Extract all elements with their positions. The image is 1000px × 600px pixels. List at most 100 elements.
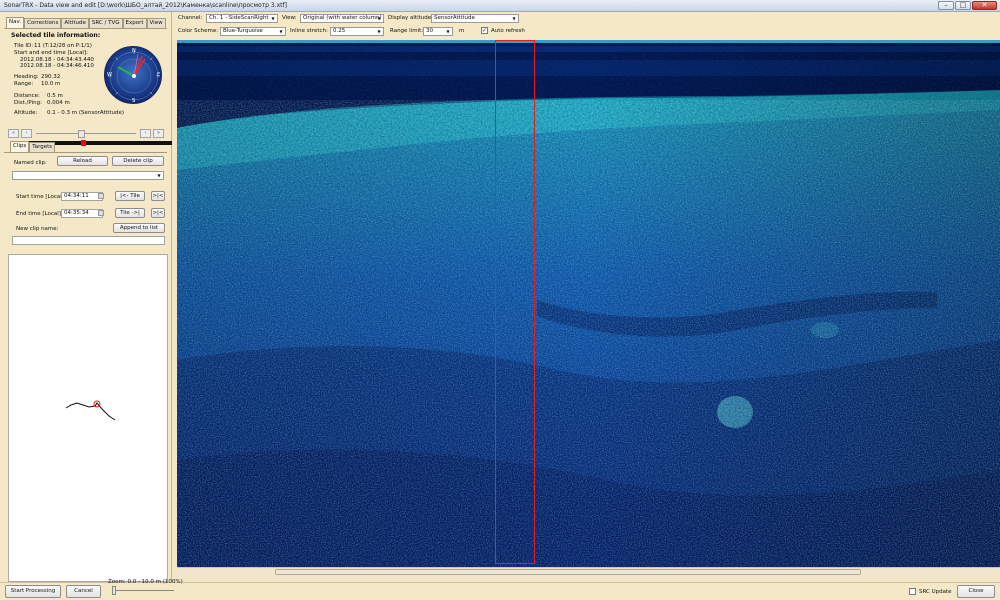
- dist-ping-value: 0.004 m: [47, 100, 70, 106]
- color-scheme-label: Color Scheme:: [178, 28, 219, 34]
- inline-stretch-label: Inline stretch:: [290, 28, 328, 34]
- tile-end-button[interactable]: Tile ->|: [115, 208, 145, 218]
- inline-stretch-value: 0.25: [333, 28, 346, 34]
- zoom-label: Zoom: 0.0 - 10.0 m (100%): [108, 579, 183, 585]
- new-clip-name-input[interactable]: [12, 236, 165, 245]
- inline-stretch-select[interactable]: 0.25 ▼: [330, 27, 384, 36]
- src-update-label: SRC Update: [919, 589, 952, 595]
- zoom-slider-track: [112, 590, 174, 591]
- first-marker-button[interactable]: >|<: [151, 191, 165, 201]
- compass-s-label: S: [132, 98, 136, 104]
- tile-slider-thumb[interactable]: [78, 130, 85, 138]
- sonar-image: [177, 40, 1000, 567]
- range-limit-unit: m: [459, 28, 465, 34]
- chevron-down-icon: ▼: [271, 16, 275, 21]
- zoom-slider-thumb[interactable]: [112, 586, 116, 595]
- tab-divider: [4, 28, 167, 29]
- start-processing-button[interactable]: Start Processing: [5, 585, 61, 598]
- tab-corrections[interactable]: Corrections: [24, 18, 62, 28]
- last-tile-button[interactable]: »: [153, 129, 164, 138]
- track-path: [65, 400, 116, 421]
- channel-select[interactable]: Ch. 1 - SideScanRight ▼: [206, 14, 278, 23]
- tab-altitude[interactable]: Altitude: [61, 18, 89, 28]
- maximize-button[interactable]: □: [955, 1, 971, 10]
- named-clip-label: Named clip:: [14, 160, 47, 166]
- minimize-button[interactable]: –: [938, 1, 954, 10]
- altitude-value: 0.1 - 0.3 m (SensorAttitude): [47, 110, 124, 116]
- compass-needles: [108, 50, 160, 102]
- track-position-marker: [81, 140, 87, 146]
- view-label: View:: [282, 15, 297, 21]
- distance-label: Distance:: [14, 93, 40, 99]
- tab-clips[interactable]: Clips: [10, 141, 30, 152]
- range-label: Range:: [14, 81, 34, 87]
- chevron-down-icon: ▼: [512, 16, 516, 21]
- chevron-down-icon: ▼: [377, 29, 381, 34]
- close-window-button[interactable]: ✕: [972, 1, 997, 10]
- cancel-button[interactable]: Cancel: [66, 585, 101, 598]
- end-time-input[interactable]: 04:35:34: [61, 209, 103, 218]
- delete-clip-button[interactable]: Delete clip: [112, 156, 164, 166]
- range-value: 10.0 m: [41, 81, 61, 87]
- range-limit-value: 30: [426, 28, 433, 34]
- auto-refresh-checkbox[interactable]: ✓: [481, 27, 488, 34]
- track-preview: [8, 254, 168, 582]
- display-altitude-value: SensorAttitude: [434, 15, 475, 21]
- clip-select[interactable]: ▼: [12, 171, 164, 180]
- chevron-down-icon: ▼: [446, 29, 450, 34]
- next-tile-button[interactable]: ›: [140, 129, 151, 138]
- end-time-value: 04:35:34: [64, 210, 89, 216]
- tab-nav[interactable]: Nav.: [6, 17, 25, 28]
- end-time-label: End time [Local]:: [16, 211, 63, 217]
- start-time-value: 04:34:11: [64, 193, 89, 199]
- close-button[interactable]: Close: [957, 585, 995, 598]
- altitude-label: Altitude:: [14, 110, 38, 116]
- chevron-down-icon: ▼: [157, 173, 161, 178]
- color-scheme-select[interactable]: Blue-Turquoise ▼: [220, 27, 286, 36]
- display-altitude-select[interactable]: SensorAttitude ▼: [431, 14, 519, 23]
- channel-label: Channel:: [178, 15, 203, 21]
- tab-export[interactable]: Export: [122, 18, 147, 28]
- compass-n-label: N: [132, 48, 136, 54]
- tile-start-button[interactable]: |<- Tile: [115, 191, 145, 201]
- first-tile-button[interactable]: «: [8, 129, 19, 138]
- compass-e-label: E: [157, 72, 161, 78]
- heading-value: 290.32: [41, 74, 61, 80]
- tile-end-time: 2012.08.18 - 04:34:46.410: [20, 63, 94, 69]
- horizontal-scrollbar[interactable]: [177, 567, 1000, 576]
- new-clip-label: New clip name:: [16, 226, 59, 232]
- src-update-checkbox[interactable]: [909, 588, 916, 595]
- tile-info-heading: Selected tile information:: [11, 32, 101, 39]
- dist-ping-label: Dist./Ping:: [14, 100, 42, 106]
- last-marker-button[interactable]: >|<: [151, 208, 165, 218]
- end-time-spinner[interactable]: [98, 210, 104, 216]
- tab-src-tvg[interactable]: SRC / TVG: [88, 18, 123, 28]
- view-select[interactable]: Original (with water column) ▼: [300, 14, 384, 23]
- checkmark-icon: ✓: [482, 27, 488, 34]
- view-value: Original (with water column): [303, 15, 382, 21]
- prev-tile-button[interactable]: ‹: [21, 129, 32, 138]
- left-panel: Nav. Corrections Altitude SRC / TVG Expo…: [0, 12, 172, 582]
- start-time-input[interactable]: 04:34:11: [61, 192, 103, 201]
- scrollbar-thumb[interactable]: [275, 569, 861, 575]
- tile-id-label: Tile ID:: [14, 43, 34, 49]
- tab-targets[interactable]: Targets: [29, 142, 56, 152]
- distance-value: 0.5 m: [47, 93, 63, 99]
- channel-value: Ch. 1 - SideScanRight: [209, 15, 269, 21]
- window-title: SonarTRX - Data view and edit [D:\work\Ш…: [4, 2, 287, 9]
- chevron-down-icon: ▼: [377, 16, 381, 21]
- sonar-waterfall-view[interactable]: [177, 40, 1000, 567]
- color-scheme-value: Blue-Turquoise: [223, 28, 263, 34]
- display-altitude-label: Display altitude:: [388, 15, 433, 21]
- append-to-list-button[interactable]: Append to list: [113, 223, 165, 233]
- start-time-spinner[interactable]: [98, 193, 104, 199]
- tile-slider-track: [36, 133, 136, 134]
- tab-view[interactable]: View: [146, 18, 166, 28]
- reload-button[interactable]: Reload: [57, 156, 108, 166]
- auto-refresh-label: Auto refresh: [491, 28, 525, 34]
- compass-dial: N E S W: [104, 46, 162, 104]
- title-bar: SonarTRX - Data view and edit [D:\work\Ш…: [0, 0, 1000, 12]
- range-limit-select[interactable]: 30 ▼: [423, 27, 453, 36]
- range-limit-label: Range limit:: [390, 28, 424, 34]
- selection-rectangle[interactable]: [495, 40, 535, 564]
